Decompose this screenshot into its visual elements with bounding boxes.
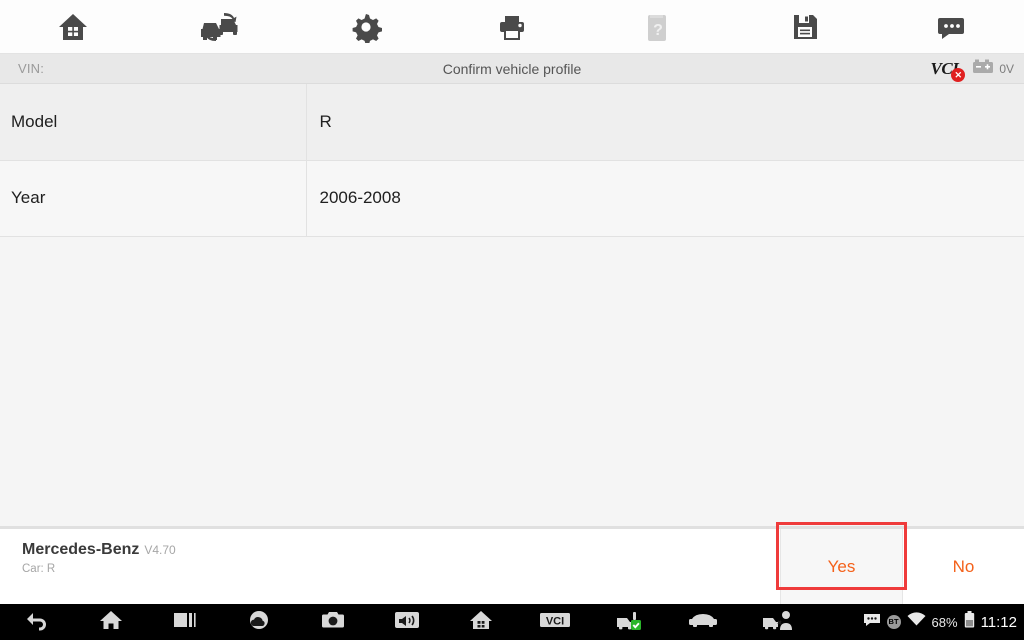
toolbar-change-vehicle-button[interactable]	[146, 0, 292, 54]
top-toolbar: ?	[0, 0, 1024, 54]
wifi-icon	[907, 612, 926, 632]
battery-icon	[964, 611, 975, 633]
house-app-icon	[468, 609, 494, 636]
toolbar-messages-button[interactable]	[878, 0, 1024, 54]
svg-text:?: ?	[653, 22, 663, 39]
row-value: 2006-2008	[306, 160, 1024, 237]
car-battery-icon	[972, 59, 994, 80]
battery-percent: 68%	[931, 614, 958, 630]
sub-header: VIN: Confirm vehicle profile VCI ✕ 0V	[0, 54, 1024, 84]
nav-back-button[interactable]	[0, 604, 74, 640]
nav-icon-group: VCI	[0, 604, 814, 640]
save-floppy-icon	[790, 11, 820, 43]
table-row[interactable]: Model R	[0, 84, 1024, 161]
nav-house-app-button[interactable]	[444, 604, 518, 640]
toolbar-settings-button[interactable]	[293, 0, 439, 54]
battery-voltage: 0V	[999, 62, 1014, 76]
change-vehicle-icon	[199, 10, 239, 44]
row-key: Model	[0, 84, 307, 161]
android-navigation-bar: VCI BT 68% 11:12	[0, 604, 1024, 640]
yes-button[interactable]: Yes	[780, 529, 902, 604]
row-value: R	[306, 84, 1024, 161]
row-key: Year	[0, 160, 307, 237]
vehicle-connected-icon	[614, 608, 644, 637]
table-row[interactable]: Year 2006-2008	[0, 160, 1024, 237]
toolbar-home-button[interactable]	[0, 0, 146, 54]
svg-text:VCI: VCI	[546, 615, 564, 627]
nav-vci-app-button[interactable]: VCI	[518, 604, 592, 640]
vehicle-info: Mercedes-Benz V4.70 Car: R	[0, 529, 780, 604]
camera-icon	[320, 609, 346, 636]
screenshot-record-icon	[393, 609, 421, 636]
vci-app-icon: VCI	[538, 610, 572, 635]
recents-icon	[172, 610, 198, 635]
nav-recents-button[interactable]	[148, 604, 222, 640]
car-icon	[688, 610, 718, 635]
toolbar-save-button[interactable]	[731, 0, 877, 54]
nav-home-button[interactable]	[74, 604, 148, 640]
nav-vehicle-connected-button[interactable]	[592, 604, 666, 640]
printer-icon	[496, 11, 528, 43]
nav-camera-button[interactable]	[296, 604, 370, 640]
tablet-screen: ? VIN: Confirm vehicle profile VCI ✕ 0V …	[0, 0, 1024, 640]
back-icon	[25, 609, 49, 636]
chat-bubble-icon	[863, 613, 881, 632]
content-empty-area	[0, 237, 1024, 526]
page-title: Confirm vehicle profile	[442, 60, 582, 77]
toolbar-help-button[interactable]: ?	[585, 0, 731, 54]
bluetooth-icon: BT	[886, 615, 901, 629]
vehicle-profile-table: Model R Year 2006-2008	[0, 84, 1024, 237]
software-version: V4.70	[144, 543, 176, 557]
no-button[interactable]: No	[902, 529, 1024, 604]
chat-bubble-icon	[935, 12, 967, 42]
nav-cloud-button[interactable]	[222, 604, 296, 640]
system-tray: BT 68% 11:12	[863, 604, 1017, 640]
battery-status: 0V	[972, 59, 1014, 80]
header-status-area: VCI ✕ 0V	[931, 54, 1014, 84]
gear-icon	[350, 11, 382, 43]
vci-disconnected-icon: ✕	[951, 68, 966, 82]
home-icon	[56, 10, 90, 44]
bottom-action-bar: Mercedes-Benz V4.70 Car: R Yes No	[0, 522, 1024, 604]
home-icon	[99, 609, 123, 636]
vehicle-sub-label: Car: R	[22, 563, 56, 575]
toolbar-print-button[interactable]	[439, 0, 585, 54]
clock: 11:12	[980, 613, 1017, 631]
nav-car-button[interactable]	[666, 604, 740, 640]
nav-car-service-button[interactable]	[740, 604, 814, 640]
nav-screen-record-button[interactable]	[370, 604, 444, 640]
car-service-icon	[761, 608, 793, 637]
vehicle-name: Mercedes-Benz	[22, 541, 140, 558]
help-book-icon: ?	[643, 11, 673, 43]
vci-status-badge[interactable]: VCI ✕	[931, 59, 966, 82]
cloud-icon	[247, 609, 271, 636]
